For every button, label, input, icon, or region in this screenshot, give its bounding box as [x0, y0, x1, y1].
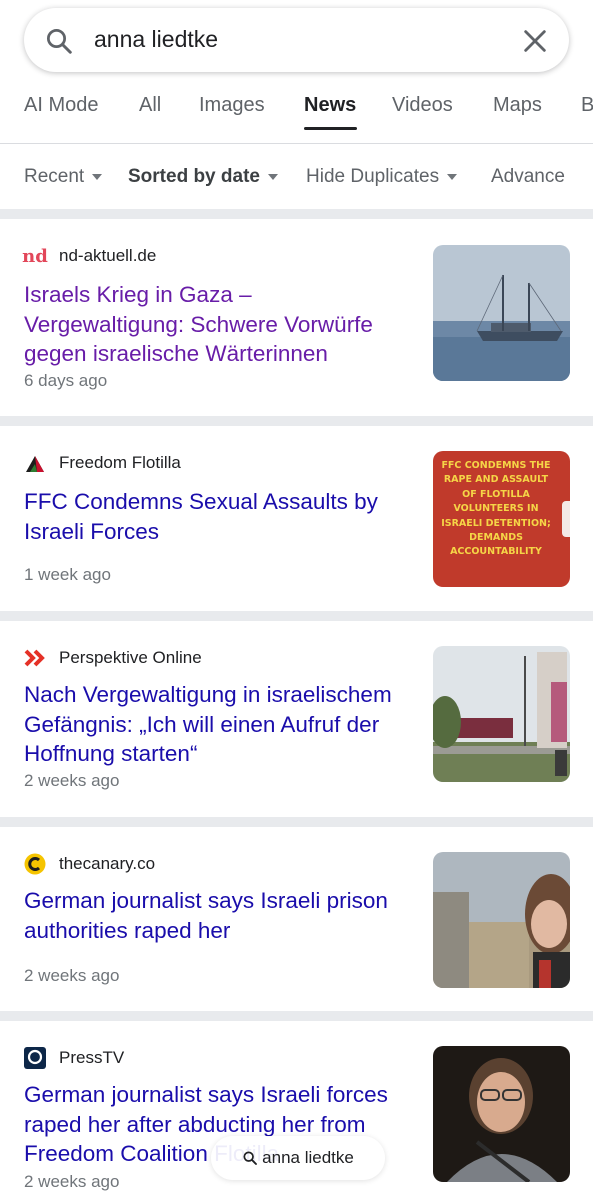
source-name: Freedom Flotilla [59, 453, 181, 472]
caret-down-icon [92, 174, 103, 180]
search-icon [243, 1151, 258, 1165]
result-age: 1 week ago [24, 565, 111, 584]
result-source: Freedom Flotilla [24, 452, 181, 474]
filter-label: Advance [491, 166, 565, 187]
news-result[interactable]: Perspektive Online Nach Vergewaltigung i… [0, 621, 593, 817]
filter-recent[interactable]: Recent [24, 166, 103, 188]
result-title[interactable]: Israels Krieg in Gaza – Vergewaltigung: … [24, 280, 409, 369]
result-age: 2 weeks ago [24, 1172, 120, 1191]
separator [0, 1011, 593, 1021]
result-source: thecanary.co [24, 853, 155, 875]
thumbnail-text: FFC CONDEMNS THE RAPE AND ASSAULT OF FLO… [441, 460, 551, 558]
result-source: Perspektive Online [24, 647, 202, 669]
tab-images[interactable]: Images [199, 94, 265, 117]
tab-news[interactable]: News [304, 94, 356, 117]
source-logo: nd [22, 245, 48, 267]
result-thumbnail[interactable] [433, 852, 570, 988]
active-tab-indicator [304, 127, 357, 130]
news-result[interactable]: nd nd-aktuell.de Israels Krieg in Gaza –… [0, 219, 593, 416]
result-thumbnail[interactable] [433, 646, 570, 782]
source-name: thecanary.co [59, 854, 156, 873]
tab-more[interactable]: B [581, 94, 593, 117]
result-title[interactable]: Nach Vergewaltigung in israelischem Gefä… [24, 680, 409, 769]
close-icon[interactable] [521, 27, 549, 55]
result-title[interactable]: German journalist says Israeli prison au… [24, 886, 409, 945]
tab-videos[interactable]: Videos [392, 94, 453, 117]
caret-down-icon [447, 174, 458, 180]
search-bar[interactable]: anna liedtke [24, 8, 569, 72]
divider [0, 143, 593, 144]
tab-ai-mode[interactable]: AI Mode [24, 94, 98, 117]
result-thumbnail[interactable]: FFC CONDEMNS THE RAPE AND ASSAULT OF FLO… [433, 451, 570, 587]
news-result[interactable]: Freedom Flotilla FFC Condemns Sexual Ass… [0, 426, 593, 611]
separator [0, 611, 593, 621]
news-result[interactable]: thecanary.co German journalist says Isra… [0, 827, 593, 1011]
search-icon[interactable] [44, 26, 74, 56]
filter-label: Hide Duplicates [306, 166, 440, 187]
tab-maps[interactable]: Maps [493, 94, 542, 117]
interview-image [433, 1046, 570, 1182]
source-name: PressTV [59, 1048, 125, 1067]
thumbnail-decoration [562, 501, 570, 537]
result-source: nd nd-aktuell.de [22, 245, 157, 267]
result-title[interactable]: FFC Condemns Sexual Assaults by Israeli … [24, 487, 409, 546]
separator [0, 817, 593, 827]
source-name: Perspektive Online [59, 648, 202, 667]
floating-search-label: anna liedtke [262, 1148, 354, 1167]
floating-search-button[interactable]: anna liedtke [211, 1136, 385, 1180]
separator [0, 416, 593, 426]
filter-sort[interactable]: Sorted by date [128, 166, 278, 188]
caret-down-icon [267, 174, 278, 180]
chevrons-icon [24, 647, 46, 669]
search-tabs: AI Mode All Images News Videos Maps B [0, 88, 593, 132]
presstv-logo-icon [24, 1047, 46, 1069]
search-input[interactable]: anna liedtke [94, 26, 218, 53]
result-source: PressTV [24, 1047, 124, 1069]
filter-advanced[interactable]: Advance [491, 166, 565, 188]
ship-image [433, 245, 570, 381]
tab-all[interactable]: All [139, 94, 161, 117]
filter-duplicates[interactable]: Hide Duplicates [306, 166, 458, 188]
flotilla-logo-icon [24, 452, 46, 474]
filter-label: Sorted by date [128, 166, 260, 187]
result-age: 2 weeks ago [24, 771, 120, 790]
source-name: nd-aktuell.de [59, 246, 157, 265]
result-thumbnail[interactable] [433, 1046, 570, 1182]
street-image [433, 646, 570, 782]
journalist-image [433, 852, 570, 988]
filter-bar: Recent Sorted by date Hide Duplicates Ad… [0, 160, 593, 200]
canary-logo-icon [24, 853, 46, 875]
result-age: 6 days ago [24, 371, 108, 390]
result-age: 2 weeks ago [24, 966, 120, 985]
result-thumbnail[interactable] [433, 245, 570, 381]
filter-label: Recent [24, 166, 85, 187]
separator [0, 209, 593, 219]
